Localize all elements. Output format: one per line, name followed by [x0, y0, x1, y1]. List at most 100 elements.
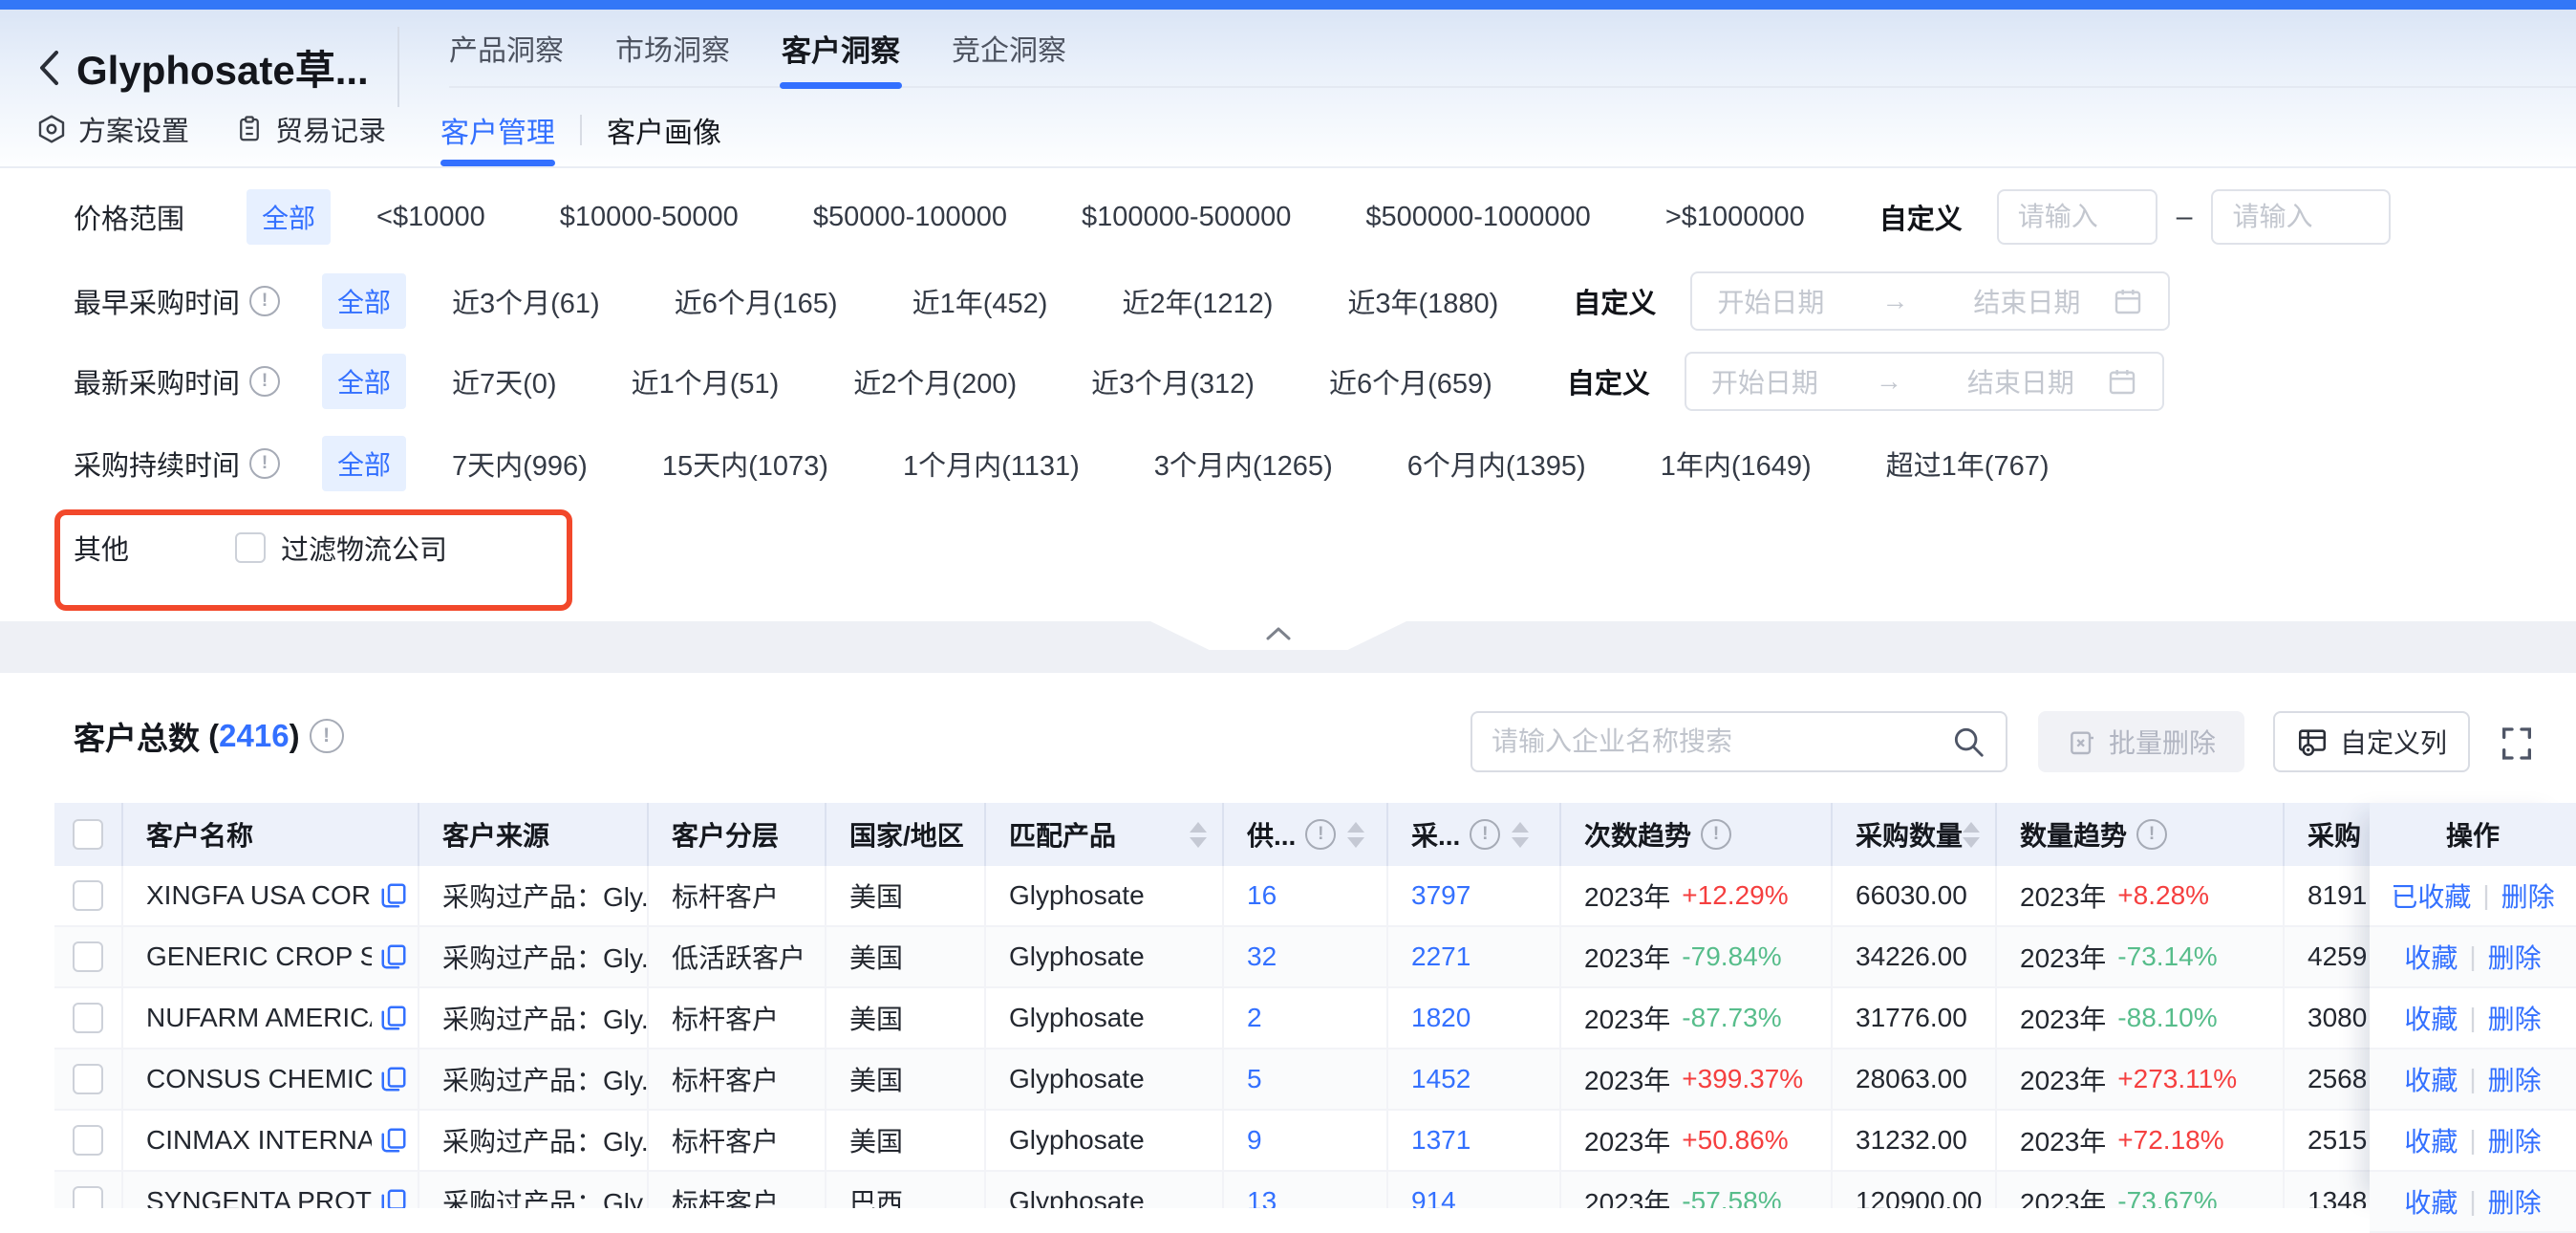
copy-icon[interactable]	[379, 1125, 408, 1156]
latest-option[interactable]: 近6个月(659)	[1329, 361, 1492, 401]
select-all-checkbox[interactable]	[73, 819, 103, 850]
info-icon[interactable]	[1305, 819, 1336, 850]
earliest-all-chip[interactable]: 全部	[322, 273, 406, 329]
supplier-count-link[interactable]: 13	[1247, 1186, 1277, 1208]
copy-icon[interactable]	[379, 941, 408, 972]
duration-option[interactable]: 1个月内(1131)	[903, 443, 1080, 484]
delete-link[interactable]: 删除	[2488, 1121, 2542, 1159]
col-customer-tier[interactable]: 客户分层	[649, 803, 826, 866]
record-count-link[interactable]: 1371	[1411, 1125, 1470, 1156]
customer-name[interactable]: GENERIC CROP SCI	[146, 941, 372, 972]
record-count-link[interactable]: 3797	[1411, 880, 1470, 911]
info-icon[interactable]	[249, 286, 280, 316]
duration-option[interactable]: 超过1年(767)	[1886, 443, 2050, 484]
info-icon[interactable]	[1470, 819, 1500, 850]
info-icon[interactable]	[2136, 819, 2167, 850]
col-purchase-truncated[interactable]: 采购	[2285, 803, 2370, 866]
batch-delete-button[interactable]: 批量删除	[2038, 711, 2244, 772]
price-option[interactable]: >$1000000	[1665, 202, 1805, 233]
supplier-count-link[interactable]: 16	[1247, 880, 1277, 911]
copy-icon[interactable]	[379, 1186, 408, 1208]
earliest-option[interactable]: 近2年(1212)	[1122, 281, 1273, 321]
latest-option[interactable]: 近1个月(51)	[632, 361, 780, 401]
latest-date-range[interactable]: 开始日期 → 结束日期	[1685, 352, 2164, 411]
copy-icon[interactable]	[379, 1003, 408, 1033]
latest-option[interactable]: 近2个月(200)	[853, 361, 1017, 401]
price-option[interactable]: $50000-100000	[813, 202, 1007, 233]
col-customer-source[interactable]: 客户来源	[419, 803, 649, 866]
latest-all-chip[interactable]: 全部	[322, 354, 406, 409]
col-quantity-trend[interactable]: 数量趋势	[1997, 803, 2285, 866]
row-checkbox[interactable]	[73, 941, 103, 972]
earliest-custom-label[interactable]: 自定义	[1573, 281, 1656, 321]
favorite-link[interactable]: 收藏	[2404, 1060, 2458, 1098]
info-icon[interactable]	[1701, 819, 1731, 850]
record-count-link[interactable]: 914	[1411, 1186, 1456, 1208]
info-icon[interactable]	[249, 366, 280, 397]
tab-competitor-insight[interactable]: 竞企洞察	[952, 10, 1066, 86]
tab-market-insight[interactable]: 市场洞察	[615, 10, 730, 86]
customer-name[interactable]: CINMAX INTERNATIO	[146, 1125, 372, 1156]
search-icon[interactable]	[1950, 724, 1986, 760]
supplier-count-link[interactable]: 2	[1247, 1003, 1262, 1033]
price-option[interactable]: $100000-500000	[1082, 202, 1291, 233]
earliest-option[interactable]: 近1年(452)	[912, 281, 1048, 321]
earliest-date-range[interactable]: 开始日期 → 结束日期	[1690, 271, 2170, 331]
record-count-link[interactable]: 1452	[1411, 1064, 1470, 1094]
back-button[interactable]: Glyphosate草...	[36, 38, 369, 97]
copy-icon[interactable]	[379, 1064, 408, 1094]
col-frequency-trend[interactable]: 次数趋势	[1561, 803, 1833, 866]
favorite-link[interactable]: 已收藏	[2391, 876, 2471, 915]
customer-name[interactable]: XINGFA USA CORPO	[146, 880, 372, 911]
price-custom-label[interactable]: 自定义	[1879, 197, 1963, 237]
record-count-link[interactable]: 2271	[1411, 941, 1470, 972]
delete-link[interactable]: 删除	[2501, 876, 2555, 915]
sort-icon[interactable]	[1963, 822, 1980, 848]
col-country[interactable]: 国家/地区	[826, 803, 986, 866]
row-checkbox[interactable]	[73, 1064, 103, 1094]
latest-option[interactable]: 近3个月(312)	[1091, 361, 1255, 401]
plan-settings-button[interactable]: 方案设置	[36, 109, 189, 149]
duration-option[interactable]: 3个月内(1265)	[1154, 443, 1333, 484]
latest-custom-label[interactable]: 自定义	[1567, 361, 1650, 401]
favorite-link[interactable]: 收藏	[2404, 938, 2458, 976]
company-search-input[interactable]	[1472, 726, 1950, 757]
trade-records-button[interactable]: 贸易记录	[235, 109, 386, 149]
supplier-count-link[interactable]: 5	[1247, 1064, 1262, 1094]
sort-icon[interactable]	[1190, 822, 1207, 848]
row-checkbox[interactable]	[73, 1125, 103, 1156]
duration-option[interactable]: 15天内(1073)	[662, 443, 828, 484]
favorite-link[interactable]: 收藏	[2404, 1121, 2458, 1159]
customer-name[interactable]: CONSUS CHEMICAL	[146, 1064, 372, 1094]
customer-name[interactable]: NUFARM AMERICAS,	[146, 1003, 372, 1033]
price-min-input[interactable]	[1997, 189, 2157, 245]
tab-product-insight[interactable]: 产品洞察	[449, 10, 564, 86]
customer-name[interactable]: SYNGENTA PROTEC	[146, 1186, 372, 1208]
supplier-count-link[interactable]: 9	[1247, 1125, 1262, 1156]
price-option[interactable]: <$10000	[376, 202, 485, 233]
sort-icon[interactable]	[1512, 822, 1529, 848]
supplier-count-link[interactable]: 32	[1247, 941, 1277, 972]
price-option[interactable]: $10000-50000	[560, 202, 739, 233]
row-checkbox[interactable]	[73, 880, 103, 911]
col-matched-product[interactable]: 匹配产品	[986, 803, 1224, 866]
duration-option[interactable]: 1年内(1649)	[1661, 443, 1812, 484]
duration-option[interactable]: 6个月内(1395)	[1407, 443, 1586, 484]
latest-option[interactable]: 近7天(0)	[452, 361, 557, 401]
duration-option[interactable]: 7天内(996)	[452, 443, 588, 484]
copy-icon[interactable]	[379, 880, 408, 911]
delete-link[interactable]: 删除	[2488, 938, 2542, 976]
delete-link[interactable]: 删除	[2488, 1182, 2542, 1221]
row-checkbox[interactable]	[73, 1003, 103, 1033]
duration-all-chip[interactable]: 全部	[322, 436, 406, 491]
row-checkbox[interactable]	[73, 1186, 103, 1208]
filter-logistics-checkbox[interactable]	[235, 532, 266, 563]
info-icon[interactable]	[310, 719, 344, 753]
earliest-option[interactable]: 近3个月(61)	[452, 281, 600, 321]
col-customer-name[interactable]: 客户名称	[123, 803, 419, 866]
subtab-customer-profile[interactable]: 客户画像	[607, 94, 721, 166]
price-all-chip[interactable]: 全部	[247, 189, 331, 245]
tab-customer-insight[interactable]: 客户洞察	[782, 10, 900, 86]
delete-link[interactable]: 删除	[2488, 1060, 2542, 1098]
subtab-customer-management[interactable]: 客户管理	[440, 94, 555, 166]
